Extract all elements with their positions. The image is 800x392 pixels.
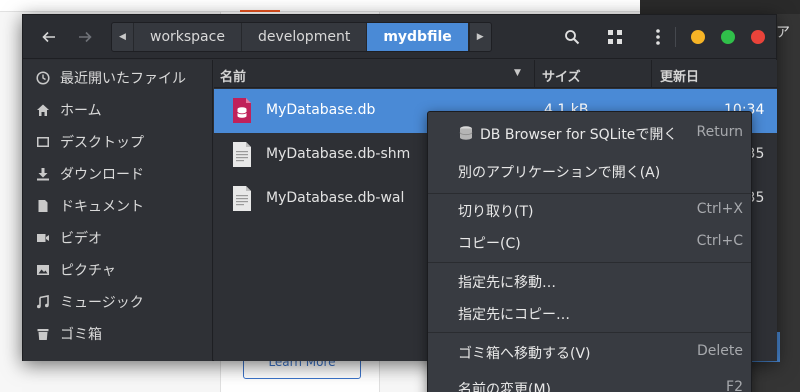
vertical-dots-icon	[656, 29, 660, 45]
sidebar-item-label: ドキュメント	[60, 199, 144, 215]
menu-separator	[428, 262, 751, 263]
menu-item-accelerator: Return	[696, 124, 743, 140]
view-toggle-button[interactable]	[603, 25, 627, 49]
sidebar-item-videos[interactable]: ビデオ	[23, 222, 213, 254]
triangle-right-icon: ▶	[476, 32, 484, 42]
menu-item-open-db-browser[interactable]: DB Browser for SQLiteで開く Return	[428, 117, 751, 149]
menu-item-open-with-other[interactable]: 別のアプリケーションで開く(A)	[428, 155, 751, 187]
sidebar-item-desktop[interactable]: デスクトップ	[23, 126, 213, 158]
minimize-button[interactable]	[691, 30, 705, 44]
menu-item-label: 名前の変更(M)…	[458, 382, 566, 392]
column-header-modified[interactable]: 更新日	[660, 66, 699, 85]
sidebar-item-downloads[interactable]: ダウンロード	[23, 158, 213, 190]
close-button[interactable]	[751, 30, 765, 44]
triangle-left-icon: ◀	[119, 32, 126, 42]
sidebar-item-label: デスクトップ	[60, 135, 144, 151]
forward-button[interactable]	[73, 25, 97, 49]
text-file-icon	[233, 142, 251, 167]
path-scroll-left-button[interactable]: ◀	[112, 23, 134, 51]
home-icon	[34, 101, 52, 119]
header-bar: ◀ workspace development mydbfile ▶	[23, 15, 776, 59]
path-scroll-right-button[interactable]: ▶	[468, 23, 491, 51]
menu-item-copy[interactable]: コピー(C) Ctrl+C	[428, 226, 751, 258]
sidebar-item-recent[interactable]: 最近開いたファイル	[23, 62, 213, 94]
menu-item-accelerator: Ctrl+C	[696, 233, 743, 249]
sidebar-item-label: ゴミ箱	[60, 327, 102, 343]
database-file-icon	[233, 98, 251, 123]
file-name: MyDatabase.db-wal	[266, 190, 405, 206]
sidebar-item-label: ビデオ	[60, 231, 102, 247]
maximize-button[interactable]	[721, 30, 735, 44]
path-bar: ◀ workspace development mydbfile ▶	[111, 22, 492, 52]
arrow-left-icon	[42, 31, 55, 43]
menu-item-label: 切り取り(T)	[458, 204, 534, 220]
file-name: MyDatabase.db	[266, 102, 376, 118]
column-divider[interactable]	[534, 60, 535, 88]
sidebar-item-label: 最近開いたファイル	[60, 71, 186, 87]
options-menu-button[interactable]	[646, 25, 670, 49]
sidebar-item-label: ホーム	[60, 103, 102, 119]
column-divider[interactable]	[651, 60, 652, 88]
menu-item-label: 別のアプリケーションで開く(A)	[458, 165, 661, 181]
menu-item-label: DB Browser for SQLiteで開く	[480, 127, 678, 143]
sidebar-item-label: ピクチャ	[60, 263, 116, 279]
sidebar-item-pictures[interactable]: ピクチャ	[23, 254, 213, 286]
download-icon	[34, 165, 52, 183]
desktop-icon	[34, 133, 52, 151]
menu-item-copy-to[interactable]: 指定先にコピー…	[428, 297, 751, 329]
menu-separator	[428, 332, 751, 333]
menu-item-move-to[interactable]: 指定先に移動…	[428, 265, 751, 297]
sidebar-item-label: ミュージック	[60, 295, 144, 311]
column-header-name[interactable]: 名前	[220, 66, 246, 85]
video-icon	[34, 229, 52, 247]
background-right-stripe	[640, 0, 800, 14]
sidebar-item-label: ダウンロード	[60, 167, 144, 183]
menu-item-label: 指定先にコピー…	[458, 307, 570, 323]
grid-icon	[608, 30, 622, 44]
arrow-right-icon	[79, 31, 92, 43]
search-button[interactable]	[560, 25, 584, 49]
menu-item-label: ゴミ箱へ移動する(V)	[458, 346, 591, 362]
sidebar-item-documents[interactable]: ドキュメント	[23, 190, 213, 222]
column-header-row: 名前 ▼ サイズ 更新日	[214, 60, 777, 88]
path-crumb-mydbfile[interactable]: mydbfile	[367, 23, 469, 51]
sidebar-item-music[interactable]: ミュージック	[23, 286, 213, 318]
document-icon	[34, 197, 52, 215]
sidebar-item-trash[interactable]: ゴミ箱	[23, 318, 213, 350]
menu-item-cut[interactable]: 切り取り(T) Ctrl+X	[428, 194, 751, 226]
menu-item-accelerator: F2	[726, 379, 743, 392]
header-separator	[675, 27, 676, 47]
menu-item-move-to-trash[interactable]: ゴミ箱へ移動する(V) Delete	[428, 336, 751, 368]
sort-descending-icon: ▼	[514, 68, 521, 78]
music-icon	[34, 293, 52, 311]
menu-item-label: 指定先に移動…	[458, 275, 556, 291]
menu-item-accelerator: Ctrl+X	[696, 201, 743, 217]
places-sidebar: 最近開いたファイル ホーム デスクトップ ダウンロード ドキュメント ビデオ ピ…	[23, 60, 213, 361]
file-context-menu: DB Browser for SQLiteで開く Return 別のアプリケーシ…	[427, 111, 752, 392]
column-header-size[interactable]: サイズ	[542, 66, 581, 85]
search-icon	[565, 30, 580, 45]
background-right-text: ア	[776, 25, 790, 41]
path-crumb-development[interactable]: development	[241, 23, 368, 51]
clock-icon	[34, 69, 52, 87]
db-browser-icon	[459, 126, 473, 140]
menu-item-label: コピー(C)	[458, 236, 521, 252]
picture-icon	[34, 261, 52, 279]
text-file-icon	[233, 186, 251, 211]
back-button[interactable]	[37, 25, 61, 49]
trash-icon	[34, 325, 52, 343]
file-name: MyDatabase.db-shm	[266, 146, 411, 162]
menu-item-accelerator: Delete	[697, 343, 743, 359]
menu-item-rename[interactable]: 名前の変更(M)… F2	[428, 372, 751, 392]
path-crumb-workspace[interactable]: workspace	[134, 23, 242, 51]
sidebar-item-home[interactable]: ホーム	[23, 94, 213, 126]
